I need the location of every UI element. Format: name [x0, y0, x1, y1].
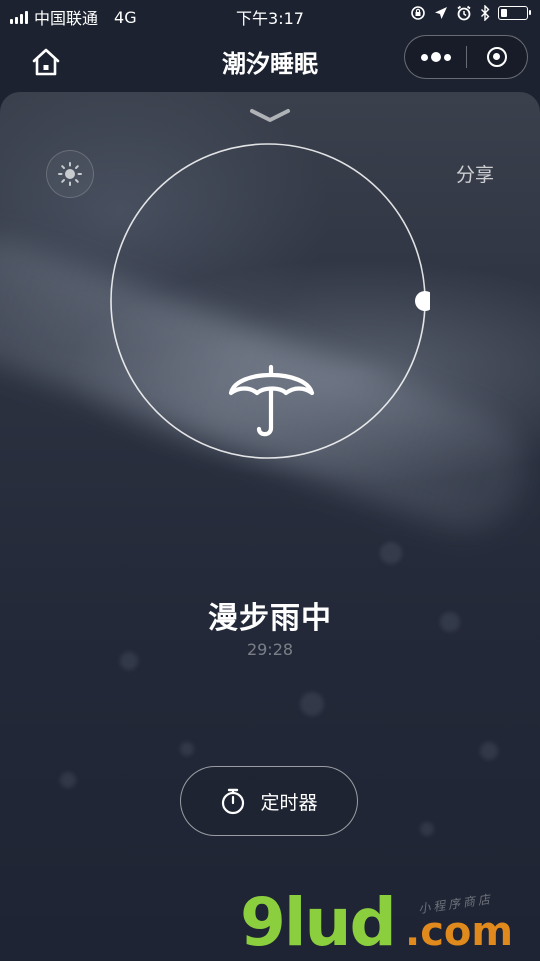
background-bokeh	[480, 742, 498, 760]
stopwatch-icon	[222, 788, 245, 815]
background-bokeh	[300, 692, 324, 716]
more-icon-dot	[420, 53, 428, 61]
scene-name: 漫步雨中	[208, 601, 332, 636]
timer-button[interactable]: 定时器	[180, 766, 358, 836]
background-bokeh	[60, 772, 76, 788]
bluetooth-icon	[481, 5, 490, 21]
status-right	[410, 5, 531, 21]
location-icon	[435, 7, 447, 19]
battery-fill	[501, 9, 507, 17]
more-icon-dot	[430, 52, 441, 62]
watermark-logo: 9lud 小程序商店 .com	[240, 885, 540, 960]
watermark-tld: .com	[405, 909, 514, 955]
dial-knob[interactable]	[415, 291, 430, 311]
capsule-menu	[404, 35, 528, 79]
brightness-button[interactable]	[46, 150, 94, 198]
alarm-icon	[457, 5, 471, 21]
time-display: 29:28	[246, 640, 294, 659]
chevron-down-icon[interactable]	[249, 106, 291, 126]
close-button[interactable]	[466, 36, 527, 78]
nav-bar: 潮汐睡眠	[0, 30, 540, 92]
timer-label: 定时器	[260, 791, 318, 814]
brightness-icon	[58, 162, 82, 186]
share-button[interactable]: 分享	[456, 160, 494, 187]
close-target-icon	[486, 47, 507, 67]
battery-icon	[498, 6, 531, 20]
more-button[interactable]	[405, 36, 466, 78]
background-bokeh	[180, 742, 194, 756]
rotation-lock-icon	[411, 6, 425, 20]
background-bokeh	[380, 542, 402, 564]
umbrella-icon	[228, 364, 315, 437]
more-icon-dot	[443, 53, 451, 61]
status-bar: 中国联通 4G 下午3:17	[0, 0, 540, 30]
background-bokeh	[420, 822, 434, 836]
watermark-main: 9lud	[240, 884, 397, 961]
